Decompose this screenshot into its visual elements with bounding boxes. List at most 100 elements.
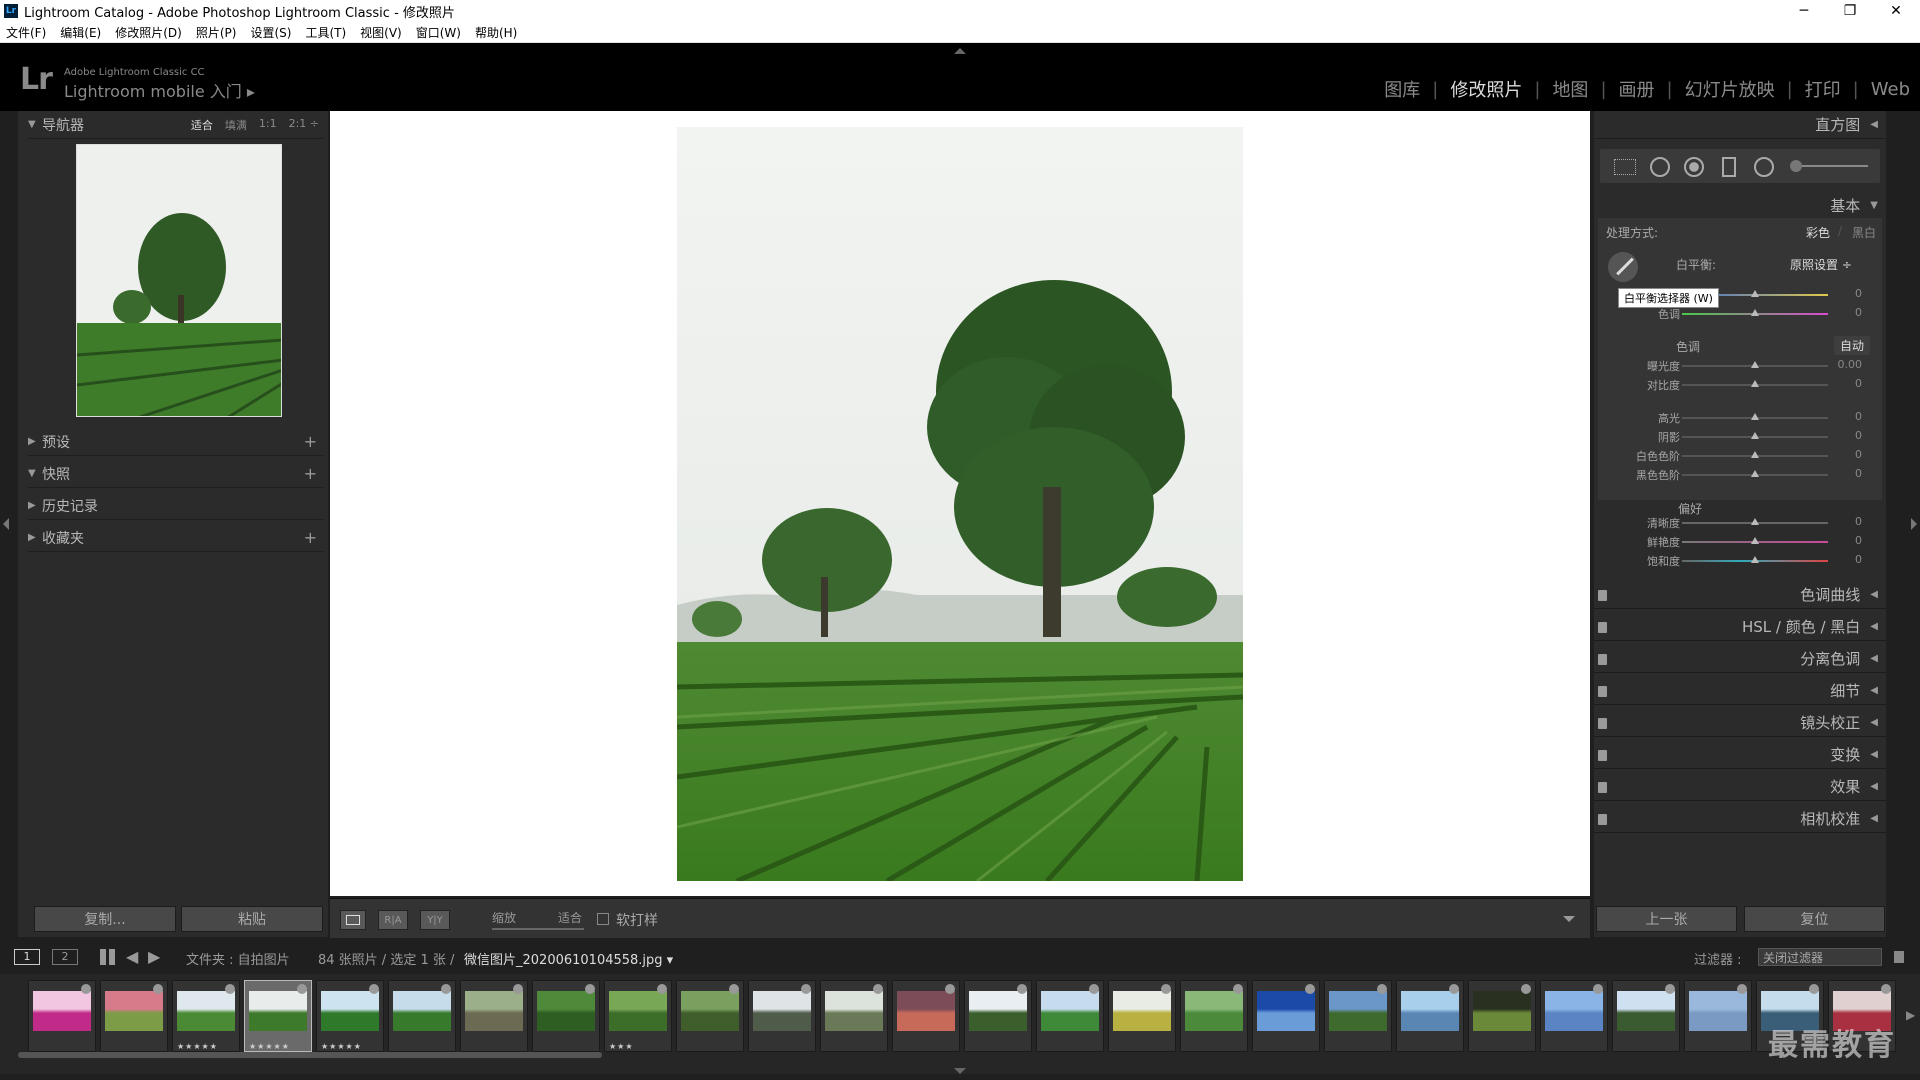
left-section-header[interactable]: ▶ 预设 + [28,428,323,456]
loupe-view-button[interactable] [340,910,366,930]
collapse-bottom-arrow-icon[interactable] [954,1068,966,1074]
main-photo[interactable] [677,127,1243,881]
reset-button[interactable]: 复位 [1744,906,1885,932]
filmstrip-thumbnail[interactable] [892,980,960,1052]
menu-item[interactable]: 视图(V) [360,24,402,41]
slider-knob[interactable] [1751,537,1759,544]
filmstrip-scroll-right-icon[interactable]: ▶ [1906,1008,1915,1022]
forward-arrow-icon[interactable]: ▶ [148,947,160,966]
menu-item[interactable]: 照片(P) [196,24,237,41]
slider-knob[interactable] [1751,290,1759,297]
close-icon[interactable]: ✕ [1873,0,1919,22]
right-panel-header[interactable]: 变换 ◀ [1594,741,1886,769]
panel-toggle-icon[interactable] [1598,686,1607,697]
auto-tone-button[interactable]: 自动 [1834,336,1871,355]
menu-item[interactable]: 帮助(H) [475,24,517,41]
menu-item[interactable]: 设置(S) [250,24,291,41]
filmstrip-thumbnail[interactable]: ★★★★★ [244,980,312,1052]
module-tab[interactable]: 图库 [1384,76,1420,102]
toolbar-options-chevron-icon[interactable] [1563,916,1575,922]
panel-toggle-icon[interactable] [1598,622,1607,633]
module-tab[interactable]: Web [1871,79,1910,100]
before-after-ra-button[interactable]: R|A [378,910,408,930]
left-section-header[interactable]: ▶ 历史记录 [28,492,323,520]
source-label[interactable]: 文件夹 : 自拍图片 [186,949,290,968]
filmstrip-thumbnail[interactable] [388,980,456,1052]
softproof-checkbox[interactable] [597,913,609,925]
lightroom-mobile-link[interactable]: Lightroom mobile 入门 ▸ [64,78,255,102]
grid-view-icon[interactable] [100,949,116,965]
module-tab[interactable]: 修改照片 [1450,76,1522,102]
filmstrip-thumbnail[interactable]: ★★★ [604,980,672,1052]
module-tab[interactable]: 打印 [1805,76,1841,102]
module-tab[interactable]: 画册 [1619,76,1655,102]
menu-item[interactable]: 修改照片(D) [115,24,182,41]
navigator-zoom-option[interactable]: 填满 [225,117,247,133]
right-panel-header[interactable]: 细节 ◀ [1594,677,1886,705]
maximize-icon[interactable]: ❐ [1827,0,1873,22]
navigator-zoom-option[interactable]: 适合 [191,117,213,133]
left-section-header[interactable]: ▼ 快照 + [28,460,323,488]
slider-value[interactable]: 0 [1855,553,1862,566]
slider-value[interactable]: 0 [1855,306,1862,319]
filmstrip-thumbnail[interactable] [1468,980,1536,1052]
module-tab[interactable]: 幻灯片放映 [1685,76,1775,102]
filmstrip-thumbnail[interactable] [28,980,96,1052]
collapse-left-panel-icon[interactable] [3,518,9,530]
slider-value[interactable]: 0 [1855,448,1862,461]
menu-item[interactable]: 窗口(W) [416,24,461,41]
filmstrip-thumbnail[interactable] [676,980,744,1052]
panel-toggle-icon[interactable] [1598,814,1607,825]
menu-item[interactable]: 编辑(E) [60,24,101,41]
menu-item[interactable]: 文件(F) [6,24,46,41]
filmstrip-scrollbar[interactable] [18,1052,602,1058]
panel-toggle-icon[interactable] [1598,590,1607,601]
slider-knob[interactable] [1751,518,1759,525]
filmstrip-thumbnail[interactable] [1180,980,1248,1052]
filmstrip-thumbnail[interactable] [964,980,1032,1052]
slider-knob[interactable] [1751,470,1759,477]
slider-value[interactable]: 0 [1855,287,1862,300]
filmstrip-thumbnail[interactable] [460,980,528,1052]
slider-knob[interactable] [1751,380,1759,387]
filmstrip-thumbnail[interactable] [1684,980,1752,1052]
paste-button[interactable]: 粘贴 [181,906,323,932]
add-icon[interactable]: + [304,528,317,547]
slider-value[interactable]: 0 [1855,429,1862,442]
collapse-right-panel-icon[interactable] [1911,518,1917,530]
collapse-top-arrow-icon[interactable] [954,48,966,54]
slider-knob[interactable] [1751,556,1759,563]
add-icon[interactable]: + [304,432,317,451]
right-panel-header[interactable]: 相机校准 ◀ [1594,805,1886,833]
filmstrip-thumbnail[interactable] [1036,980,1104,1052]
filmstrip-thumbnail[interactable] [1108,980,1176,1052]
filter-lock-icon[interactable] [1894,951,1904,963]
filmstrip-thumbnail[interactable] [1324,980,1392,1052]
slider-knob[interactable] [1751,361,1759,368]
filmstrip-thumbnail[interactable] [532,980,600,1052]
slider-knob[interactable] [1751,309,1759,316]
filter-select[interactable]: 关闭过滤器 [1758,948,1882,966]
back-arrow-icon[interactable]: ◀ [126,947,138,966]
navigator-zoom-option[interactable]: 2:1 ÷ [289,117,319,133]
slider-value[interactable]: 0 [1855,410,1862,423]
filmstrip-thumbnail[interactable] [1252,980,1320,1052]
navigator-zoom-option[interactable]: 1:1 [259,117,277,133]
menu-item[interactable]: 工具(T) [305,24,346,41]
panel-toggle-icon[interactable] [1598,654,1607,665]
right-panel-header[interactable]: 色调曲线 ◀ [1594,581,1886,609]
previous-button[interactable]: 上一张 [1596,906,1737,932]
slider-value[interactable]: 0.00 [1838,358,1863,371]
panel-toggle-icon[interactable] [1598,750,1607,761]
panel-toggle-icon[interactable] [1598,782,1607,793]
slider-knob[interactable] [1751,413,1759,420]
slider-knob[interactable] [1751,451,1759,458]
filmstrip-thumbnail[interactable] [820,980,888,1052]
zoom-slider[interactable] [492,928,584,930]
filmstrip-thumbnail[interactable] [1396,980,1464,1052]
minimize-icon[interactable]: ─ [1781,0,1827,22]
copy-button[interactable]: 复制... [34,906,176,932]
left-section-header[interactable]: ▶ 收藏夹 + [28,524,323,552]
secondary-window-button[interactable]: 2 [52,949,78,965]
right-panel-header[interactable]: 分离色调 ◀ [1594,645,1886,673]
